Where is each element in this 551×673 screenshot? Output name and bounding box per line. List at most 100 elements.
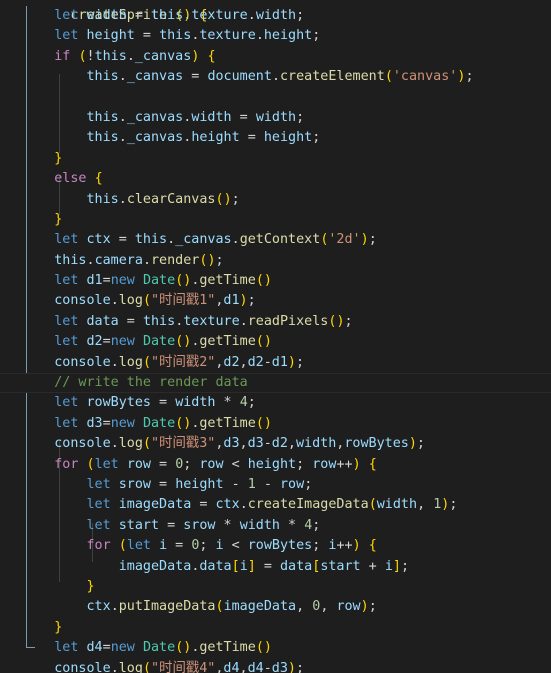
token-id: ctx bbox=[86, 599, 111, 615]
code-line[interactable]: console.log("时间戳4",d4,d4-d3); bbox=[0, 659, 551, 673]
code-line[interactable]: let d3=new Date().getTime() bbox=[0, 414, 551, 434]
token-fn: getTime bbox=[199, 273, 256, 289]
code-line[interactable] bbox=[0, 88, 551, 108]
token-id: this bbox=[142, 313, 176, 329]
token-decl: let bbox=[86, 497, 111, 513]
token-punctuation bbox=[78, 457, 86, 472]
code-line[interactable]: } bbox=[0, 149, 551, 169]
token-punctuation bbox=[111, 477, 119, 492]
token-bracket-open: ( bbox=[118, 538, 127, 554]
token-bracket-open: { bbox=[368, 456, 377, 472]
token-id: this bbox=[86, 191, 119, 207]
token-punctuation: . bbox=[126, 48, 135, 64]
token-bracket-close: ) bbox=[336, 313, 345, 329]
token-punctuation bbox=[78, 232, 86, 247]
token-punctuation bbox=[22, 273, 54, 288]
code-line[interactable]: let d4=new Date().getTime() bbox=[0, 638, 551, 658]
token-id: row bbox=[336, 599, 361, 615]
token-punctuation: * bbox=[215, 395, 240, 411]
code-line[interactable]: let rowBytes = width * 4; bbox=[0, 393, 551, 413]
code-line[interactable]: this.camera.render(); bbox=[0, 251, 551, 271]
code-line[interactable]: let data = this.texture.readPixels(); bbox=[0, 312, 551, 332]
token-punctuation: . bbox=[142, 252, 151, 268]
token-id: imageData bbox=[118, 558, 192, 574]
token-id: width bbox=[191, 109, 232, 125]
token-bracket-close: ) bbox=[360, 599, 369, 615]
token-punctuation: = bbox=[118, 313, 143, 329]
token-punctuation: . bbox=[118, 69, 127, 85]
token-id: this bbox=[86, 69, 119, 85]
code-line[interactable]: let height = this.texture.height; bbox=[0, 26, 551, 46]
code-line[interactable]: imageData.data[i] = data[start + i]; bbox=[0, 557, 551, 577]
code-line[interactable]: this.clearCanvas(); bbox=[0, 190, 551, 210]
token-punctuation bbox=[78, 395, 86, 410]
code-line[interactable]: } bbox=[0, 577, 551, 597]
token-punctuation: . bbox=[118, 191, 127, 207]
token-punctuation bbox=[111, 497, 119, 512]
code-surface[interactable]: createSprite () { let width = this.textu… bbox=[0, 0, 551, 673]
token-id: d2 bbox=[223, 354, 240, 370]
token-id: imageData bbox=[223, 599, 297, 615]
token-punctuation: , bbox=[417, 497, 434, 513]
token-string: "时间戳1" bbox=[151, 293, 216, 309]
code-line[interactable]: for (let row = 0; row < height; row++) { bbox=[0, 455, 551, 475]
code-line[interactable]: let srow = height - 1 - row; bbox=[0, 475, 551, 495]
token-comment: // write the render data bbox=[54, 375, 248, 391]
token-bracket-close: ) bbox=[352, 456, 361, 472]
code-line[interactable]: // write the render data bbox=[0, 373, 551, 394]
token-id: height bbox=[263, 28, 313, 44]
token-punctuation bbox=[22, 171, 54, 186]
code-line[interactable]: else { bbox=[0, 169, 551, 189]
code-line[interactable]: if (!this._canvas) { bbox=[0, 47, 551, 67]
token-bracket-close: ) bbox=[263, 273, 272, 289]
code-line[interactable]: let imageData = ctx.createImageData(widt… bbox=[0, 495, 551, 515]
token-decl: let bbox=[54, 313, 79, 329]
code-line[interactable]: let ctx = this._canvas.getContext('2d'); bbox=[0, 230, 551, 250]
code-line[interactable]: this._canvas = document.createElement('c… bbox=[0, 67, 551, 87]
token-bracket-open: ( bbox=[384, 69, 393, 85]
code-lines-container[interactable]: let width = this.texture.width; let heig… bbox=[0, 6, 551, 673]
token-punctuation bbox=[22, 375, 54, 390]
token-fn: log bbox=[118, 293, 143, 309]
token-punctuation: < bbox=[223, 456, 248, 472]
code-editor[interactable]: createSprite () { let width = this.textu… bbox=[0, 0, 551, 673]
token-punctuation: ; bbox=[295, 354, 305, 370]
token-fn: getTime bbox=[199, 415, 256, 431]
token-id: height bbox=[263, 130, 313, 146]
token-id: document bbox=[207, 69, 272, 85]
token-decl: let bbox=[54, 273, 79, 289]
token-id: d3 bbox=[247, 436, 264, 452]
code-line[interactable]: ctx.putImageData(imageData, 0, row); bbox=[0, 597, 551, 617]
token-punctuation: = bbox=[110, 232, 135, 248]
token-decl: let bbox=[86, 517, 111, 533]
token-punctuation: . bbox=[167, 232, 176, 248]
code-line[interactable]: let d1=new Date().getTime() bbox=[0, 271, 551, 291]
token-punctuation: . bbox=[271, 69, 280, 85]
token-id: width bbox=[86, 8, 127, 23]
token-punctuation bbox=[22, 8, 54, 23]
code-line[interactable]: } bbox=[0, 210, 551, 230]
code-line[interactable]: let width = this.texture.width; bbox=[0, 6, 551, 26]
token-punctuation bbox=[22, 395, 54, 410]
code-line[interactable]: console.log("时间戳2",d2,d2-d1); bbox=[0, 353, 551, 373]
token-id: i bbox=[384, 558, 393, 574]
token-id: d1 bbox=[271, 354, 288, 370]
code-line[interactable]: let start = srow * width * 4; bbox=[0, 516, 551, 536]
token-fn: log bbox=[118, 660, 143, 673]
token-bracket-open: ( bbox=[255, 415, 264, 431]
token-decl: let bbox=[54, 395, 79, 411]
code-line[interactable]: } bbox=[0, 618, 551, 638]
token-punctuation: - bbox=[263, 354, 272, 370]
token-punctuation: = bbox=[151, 456, 176, 472]
code-line[interactable]: console.log("时间戳1",d1); bbox=[0, 291, 551, 311]
code-line[interactable]: for (let i = 0; i < rowBytes; i++) { bbox=[0, 536, 551, 556]
code-line[interactable]: this._canvas.width = width; bbox=[0, 108, 551, 128]
code-line[interactable]: let d2=new Date().getTime() bbox=[0, 332, 551, 352]
token-punctuation: ; bbox=[247, 395, 256, 411]
token-bracket-open: ( bbox=[255, 273, 264, 289]
code-line[interactable]: this._canvas.height = height; bbox=[0, 128, 551, 148]
token-punctuation: ; bbox=[368, 232, 377, 248]
token-punctuation bbox=[111, 518, 119, 533]
token-id: i bbox=[239, 558, 248, 574]
code-line[interactable]: console.log("时间戳3",d3,d3-d2,width,rowByt… bbox=[0, 434, 551, 454]
